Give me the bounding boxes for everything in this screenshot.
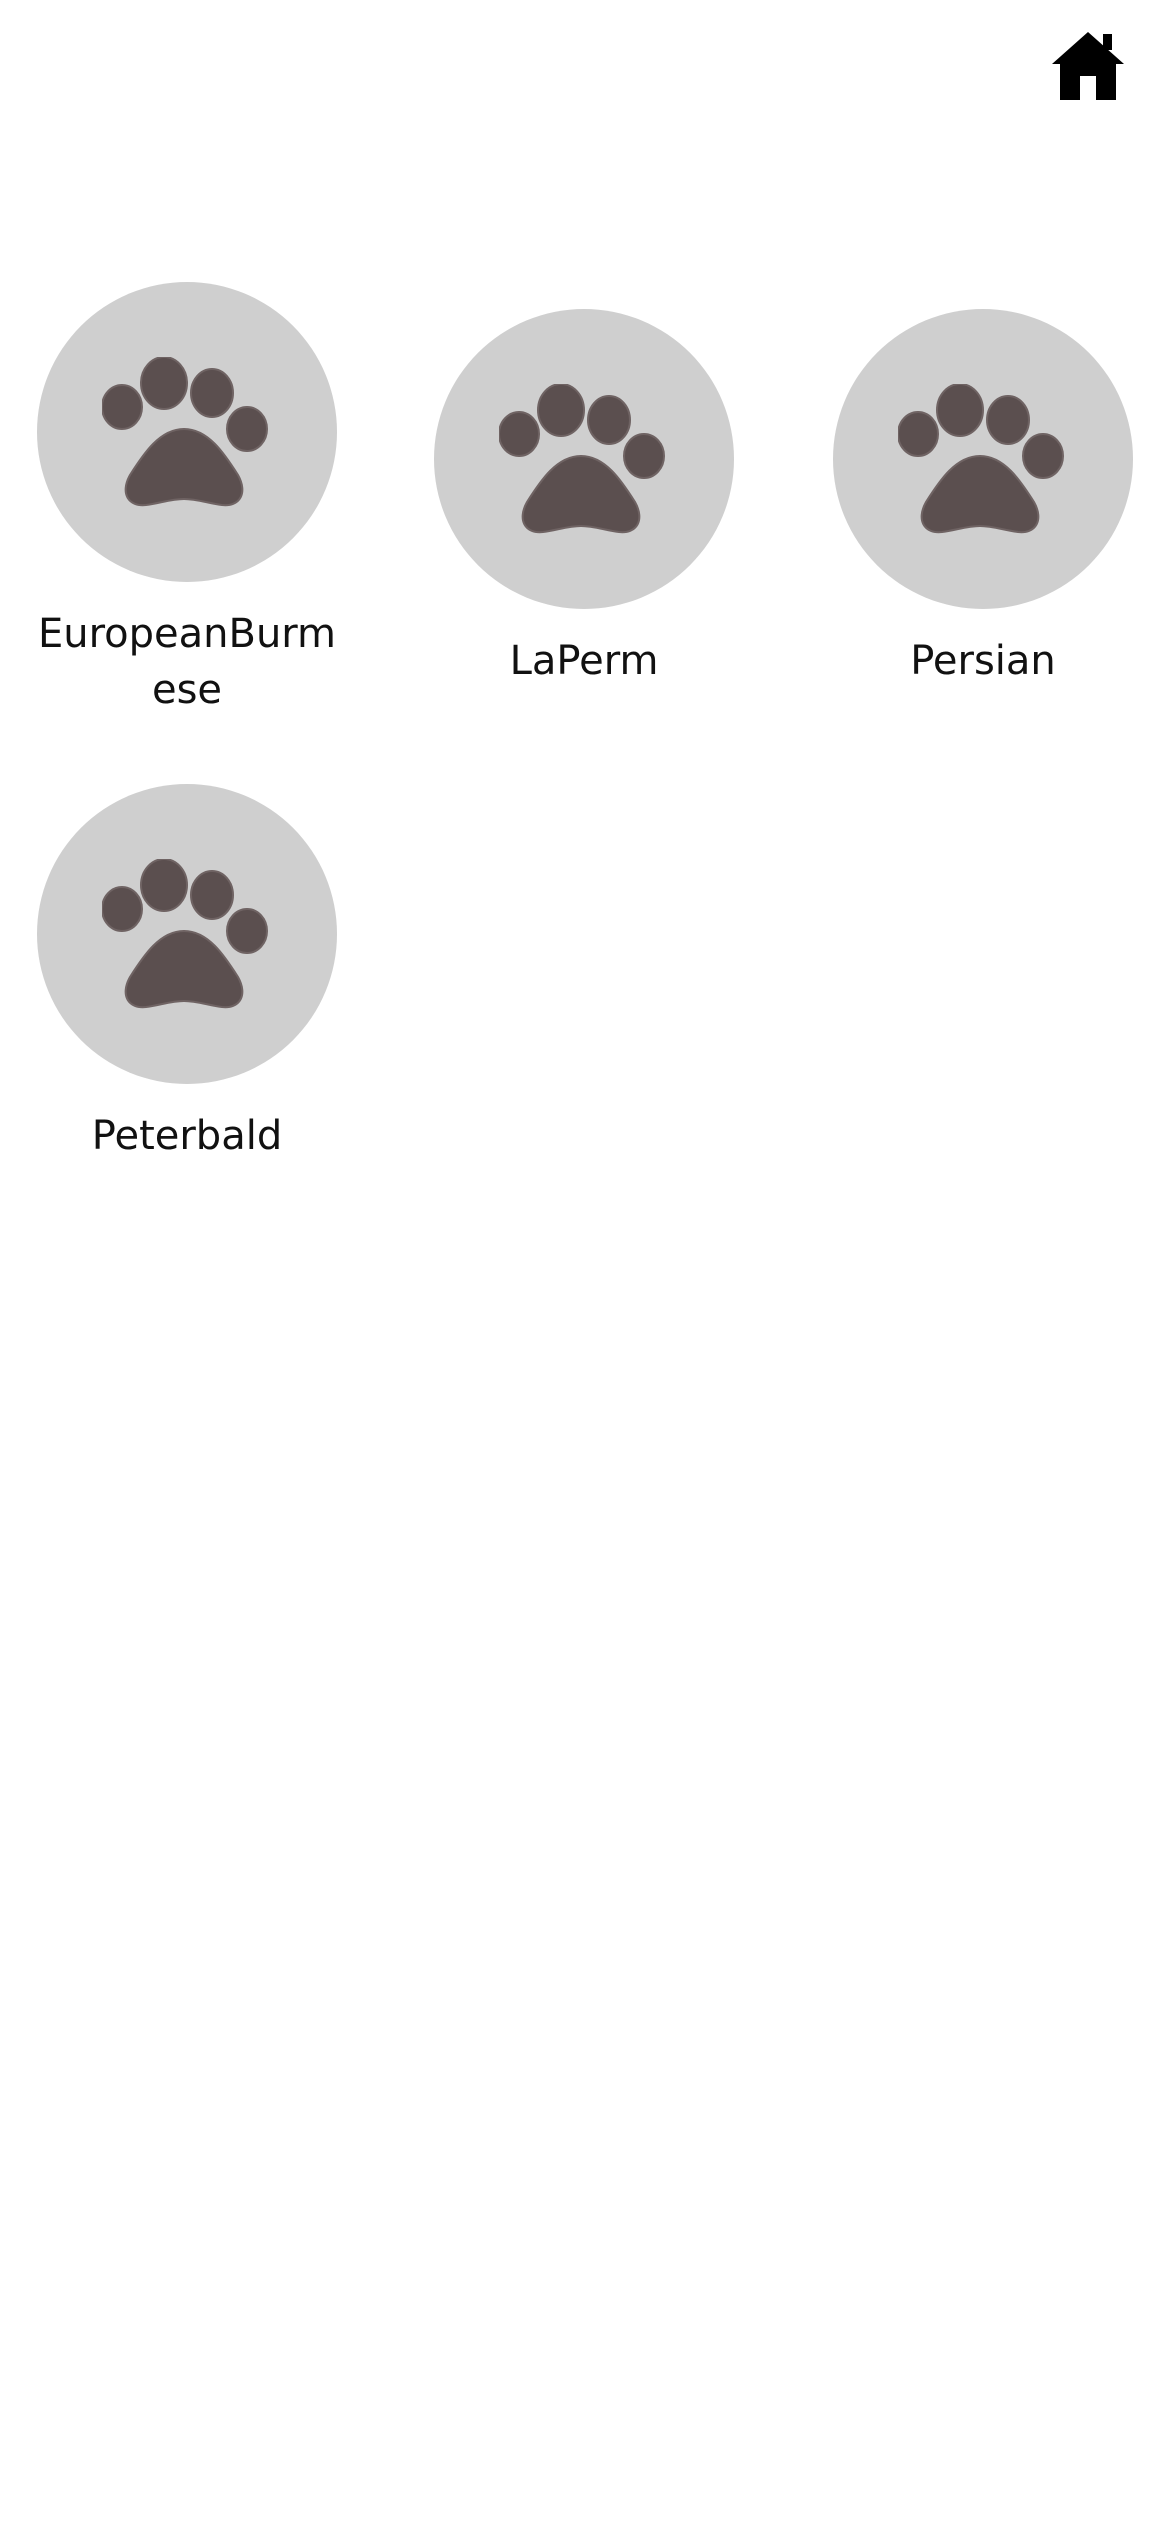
breed-avatar [434, 309, 734, 609]
home-button[interactable] [1048, 28, 1128, 104]
breed-name: Peterbald [91, 1113, 283, 1159]
breed-name: Persian [910, 638, 1056, 684]
breed-avatar [37, 282, 337, 582]
breed-card-peterbald[interactable]: Peterbald [22, 784, 352, 1164]
paw-icon [499, 384, 665, 534]
breed-card-european-burmese[interactable]: EuropeanBurmese [22, 282, 352, 718]
breed-card-laperm[interactable]: LaPerm [419, 309, 749, 689]
breed-card-persian[interactable]: Persian [818, 309, 1148, 689]
paw-icon [102, 859, 268, 1009]
paw-icon [102, 357, 268, 507]
breed-avatar [37, 784, 337, 1084]
home-icon [1052, 32, 1124, 100]
breed-name: EuropeanBurmese [37, 611, 337, 713]
breed-name: LaPerm [509, 638, 659, 684]
paw-icon [898, 384, 1064, 534]
breed-list-screen: EuropeanBurmese LaPerm Persian Peterbald [0, 0, 1170, 2532]
breed-avatar [833, 309, 1133, 609]
